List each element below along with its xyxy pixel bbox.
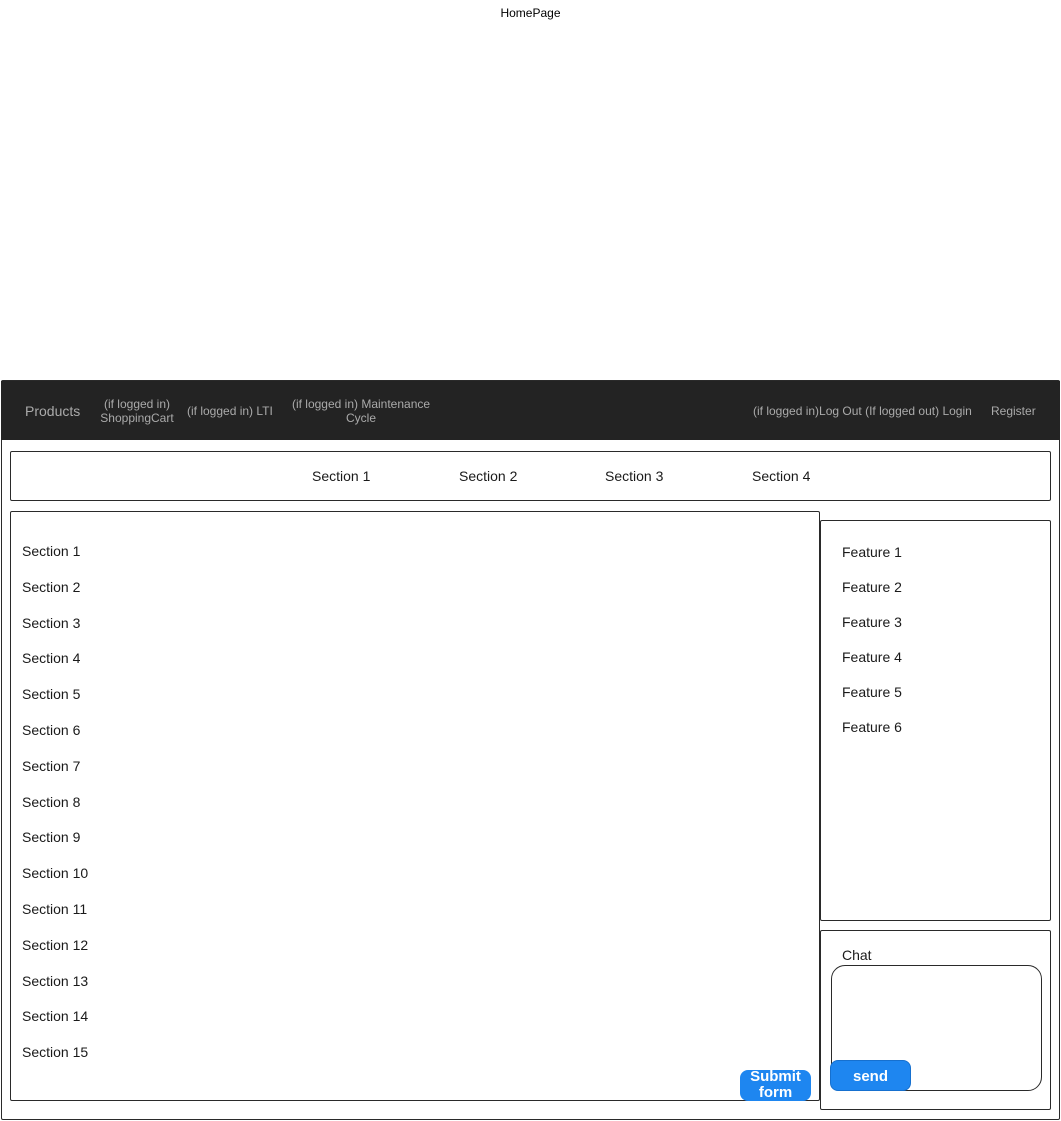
section-item[interactable]: Section 15 bbox=[22, 1044, 88, 1080]
nav-shopping-cart-link[interactable]: (if logged in) ShoppingCart bbox=[97, 397, 177, 425]
nav-cart-line1: (if logged in) bbox=[103, 397, 171, 411]
section-item[interactable]: Section 9 bbox=[22, 829, 88, 865]
section-item[interactable]: Section 7 bbox=[22, 758, 88, 794]
send-button[interactable]: send bbox=[830, 1060, 911, 1091]
nav-lti-link[interactable]: (if logged in) LTI bbox=[187, 404, 273, 418]
main-sections-panel: Section 1 Section 2 Section 3 Section 4 … bbox=[10, 511, 820, 1101]
section-item[interactable]: Section 11 bbox=[22, 901, 88, 937]
section-item[interactable]: Section 1 bbox=[22, 543, 88, 579]
section-item[interactable]: Section 12 bbox=[22, 937, 88, 973]
feature-item[interactable]: Feature 5 bbox=[842, 684, 902, 719]
section-item[interactable]: Section 4 bbox=[22, 650, 88, 686]
nav-cart-line2: ShoppingCart bbox=[100, 411, 174, 425]
submit-form-button[interactable]: Submit form bbox=[740, 1068, 811, 1101]
features-panel: Feature 1 Feature 2 Feature 3 Feature 4 … bbox=[820, 520, 1051, 921]
feature-item[interactable]: Feature 2 bbox=[842, 579, 902, 614]
tab-section-4[interactable]: Section 4 bbox=[752, 468, 810, 484]
section-item[interactable]: Section 8 bbox=[22, 794, 88, 830]
section-item[interactable]: Section 10 bbox=[22, 865, 88, 901]
section-item[interactable]: Section 14 bbox=[22, 1008, 88, 1044]
section-tabs: Section 1 Section 2 Section 3 Section 4 bbox=[10, 451, 1051, 501]
sections-list: Section 1 Section 2 Section 3 Section 4 … bbox=[22, 543, 88, 1080]
nav-maintenance-line2: Cycle bbox=[345, 411, 376, 425]
nav-register-link[interactable]: Register bbox=[991, 404, 1036, 418]
tab-section-3[interactable]: Section 3 bbox=[605, 468, 663, 484]
section-item[interactable]: Section 3 bbox=[22, 615, 88, 651]
nav-maintenance-line1: (if logged in) Maintenance bbox=[291, 397, 431, 411]
feature-item[interactable]: Feature 3 bbox=[842, 614, 902, 649]
nav-products-link[interactable]: Products bbox=[25, 403, 80, 419]
page-title: HomePage bbox=[500, 6, 561, 20]
nav-maintenance-cycle-link[interactable]: (if logged in) Maintenance Cycle bbox=[289, 397, 433, 425]
feature-item[interactable]: Feature 4 bbox=[842, 649, 902, 684]
chat-label: Chat bbox=[842, 947, 872, 963]
top-navbar: Products (if logged in) ShoppingCart (if… bbox=[1, 381, 1060, 440]
nav-logout-login-link[interactable]: (if logged in)Log Out (If logged out) Lo… bbox=[753, 404, 972, 418]
feature-item[interactable]: Feature 6 bbox=[842, 719, 902, 754]
tab-section-1[interactable]: Section 1 bbox=[312, 468, 370, 484]
feature-item[interactable]: Feature 1 bbox=[842, 544, 902, 579]
features-list: Feature 1 Feature 2 Feature 3 Feature 4 … bbox=[842, 544, 902, 754]
section-item[interactable]: Section 13 bbox=[22, 973, 88, 1009]
section-item[interactable]: Section 6 bbox=[22, 722, 88, 758]
tab-section-2[interactable]: Section 2 bbox=[459, 468, 517, 484]
section-item[interactable]: Section 5 bbox=[22, 686, 88, 722]
section-item[interactable]: Section 2 bbox=[22, 579, 88, 615]
